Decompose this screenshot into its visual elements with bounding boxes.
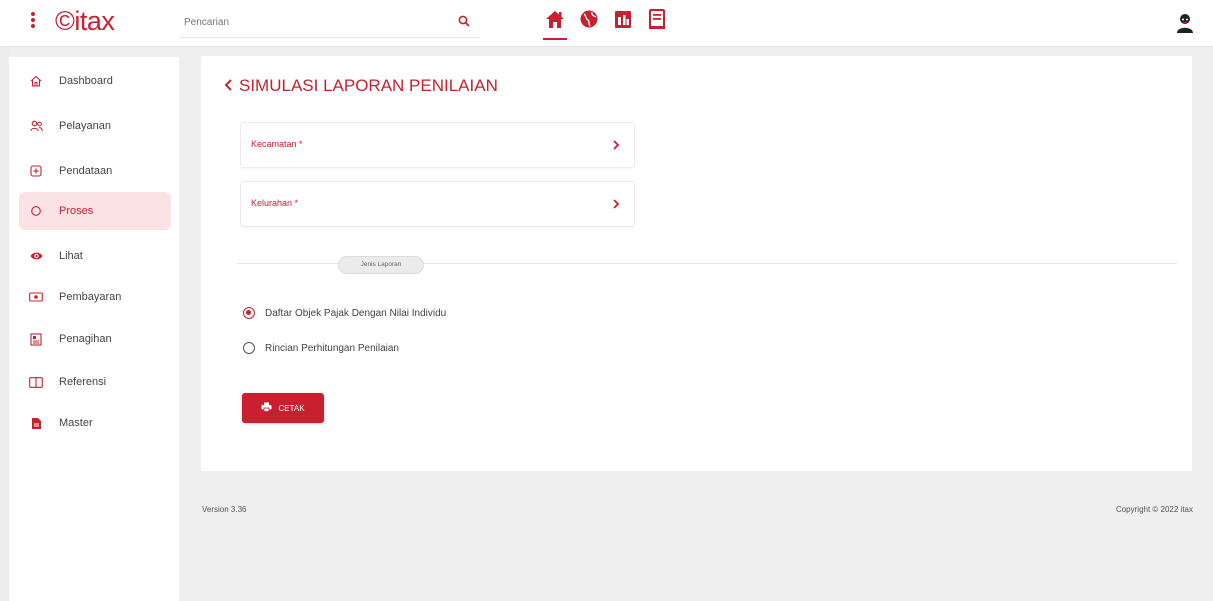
main-card: SIMULASI LAPORAN PENILAIAN Kecamatan * K… <box>201 56 1192 471</box>
book-icon <box>29 375 43 389</box>
chevron-right-icon <box>612 197 620 215</box>
file-icon <box>29 416 43 430</box>
invoice-icon <box>29 332 43 346</box>
top-bar: ©itax <box>0 0 1213 47</box>
kelurahan-label: Kelurahan * <box>251 198 299 208</box>
search-bar <box>180 7 480 38</box>
report-icon[interactable] <box>647 8 667 34</box>
left-frame <box>0 47 9 601</box>
back-chevron-icon[interactable] <box>221 74 239 96</box>
menu-dots-icon[interactable] <box>28 10 38 34</box>
sidebar-item-label: Referensi <box>59 376 107 388</box>
sidebar-item-lihat[interactable]: Lihat <box>19 237 171 275</box>
app-logo[interactable]: ©itax <box>55 6 115 37</box>
sidebar-item-pendataan[interactable]: Pendataan <box>19 152 171 190</box>
printer-icon <box>261 402 272 414</box>
sidebar-item-pelayanan[interactable]: Pelayanan <box>19 107 171 145</box>
section-label-pill: Jenis Laporan <box>338 256 424 274</box>
option-rincian[interactable]: Rincian Perhitungan Penilaian <box>243 339 399 357</box>
home-outline-icon <box>29 74 43 88</box>
sidebar-item-label: Pendataan <box>59 165 113 177</box>
version-text: Version 3.36 <box>202 505 247 514</box>
main-nav <box>543 8 667 40</box>
sidebar-item-dashboard[interactable]: Dashboard <box>19 62 171 100</box>
user-avatar-icon[interactable] <box>1175 12 1195 34</box>
search-icon[interactable] <box>458 14 470 32</box>
money-icon <box>29 290 43 304</box>
circle-icon <box>29 204 43 218</box>
print-button[interactable]: CETAK <box>242 393 324 423</box>
plus-box-icon <box>29 164 43 178</box>
home-icon[interactable] <box>543 8 567 40</box>
option-label: Daftar Objek Pajak Dengan Nilai Individu <box>265 307 447 319</box>
copyright-text: Copyright © 2022 itax <box>1115 505 1193 514</box>
print-button-label: CETAK <box>278 403 305 413</box>
kelurahan-select[interactable]: Kelurahan * <box>240 181 635 227</box>
page-title: SIMULASI LAPORAN PENILAIAN <box>239 76 498 95</box>
sidebar-item-label: Pembayaran <box>59 291 122 303</box>
sidebar-item-referensi[interactable]: Referensi <box>19 363 171 401</box>
search-input[interactable] <box>180 7 436 37</box>
sidebar-item-master[interactable]: Master <box>19 404 171 442</box>
sidebar: Dashboard Pelayanan Pendataan Proses Lih… <box>9 57 179 601</box>
sidebar-item-label: Penagihan <box>59 333 112 345</box>
radio-unchecked[interactable] <box>243 342 255 354</box>
users-icon <box>29 119 43 133</box>
sidebar-item-label: Dashboard <box>59 75 113 87</box>
sidebar-item-label: Lihat <box>59 250 83 262</box>
radio-checked[interactable] <box>243 307 255 319</box>
globe-icon[interactable] <box>579 8 599 34</box>
sidebar-item-label: Master <box>59 417 93 429</box>
kecamatan-select[interactable]: Kecamatan * <box>240 122 635 168</box>
chevron-right-icon <box>612 138 620 156</box>
sidebar-item-pembayaran[interactable]: Pembayaran <box>19 278 171 316</box>
sidebar-item-label: Proses <box>59 205 94 217</box>
sidebar-item-penagihan[interactable]: Penagihan <box>19 320 171 358</box>
kecamatan-label: Kecamatan * <box>251 139 303 149</box>
document-icon[interactable] <box>613 8 633 34</box>
option-daftar-objek[interactable]: Daftar Objek Pajak Dengan Nilai Individu <box>243 304 446 322</box>
option-label: Rincian Perhitungan Penilaian <box>265 342 399 354</box>
eye-icon <box>29 249 43 263</box>
sidebar-item-label: Pelayanan <box>59 120 111 132</box>
sidebar-item-proses[interactable]: Proses <box>19 192 171 230</box>
